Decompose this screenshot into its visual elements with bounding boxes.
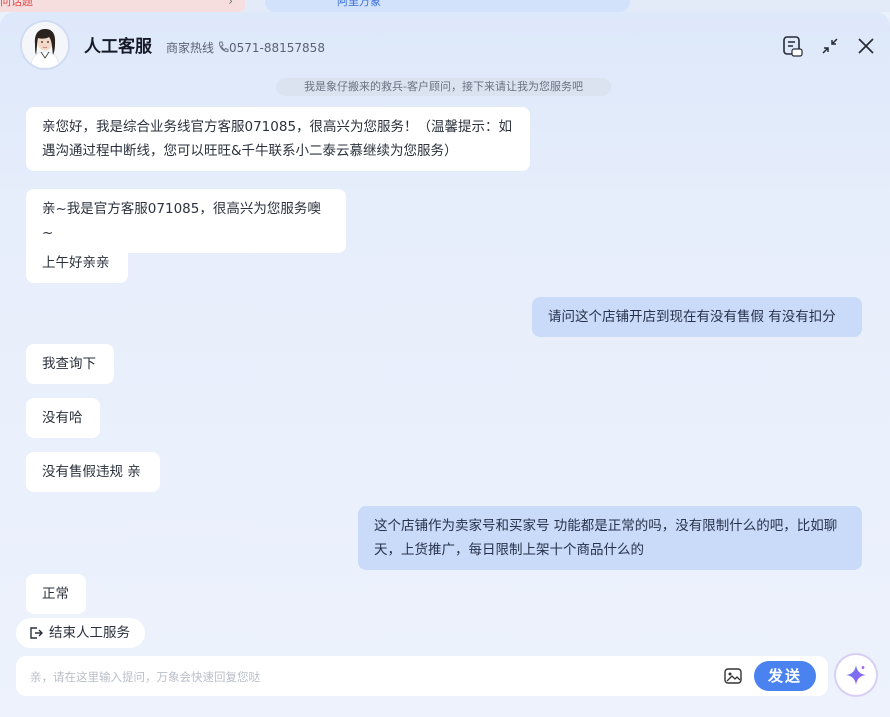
close-icon (858, 38, 874, 54)
chat-header: 人工客服 商家热线 0571-88157858 (0, 12, 890, 74)
message-input[interactable] (28, 666, 712, 688)
message-incoming: 正常 (26, 574, 86, 614)
hotline-label: 商家热线 (166, 41, 215, 55)
end-service-button[interactable]: 结束人工服务 (16, 618, 145, 648)
close-button[interactable] (854, 34, 878, 58)
chat-panel: 人工客服 商家热线 0571-88157858 我是象仔搬来的救兵-客户顾问，接… (0, 12, 890, 717)
background-tab-center: 阿里万象 (265, 0, 630, 12)
note-icon (783, 36, 803, 57)
phone-icon (217, 40, 229, 54)
background-tab-left: 问话题 › (0, 0, 245, 12)
sparkle-icon (846, 665, 866, 685)
avatar (22, 22, 68, 68)
end-service-label: 结束人工服务 (49, 625, 130, 641)
chat-title: 人工客服 (84, 37, 152, 57)
background-tab-center-label: 阿里万象 (337, 0, 381, 8)
minimize-button[interactable] (818, 34, 842, 58)
chevron-right-icon: › (228, 0, 233, 8)
message-incoming: 上午好亲亲 (26, 243, 128, 283)
message-incoming: 我查询下 (26, 344, 114, 384)
message-outgoing: 请问这个店铺开店到现在有没有售假 有没有扣分 (532, 297, 862, 337)
message-incoming: 没有售假违规 亲 (26, 452, 160, 492)
system-note: 我是象仔搬来的救兵-客户顾问，接下来请让我为您服务吧 (276, 78, 611, 96)
send-button[interactable]: 发送 (754, 661, 816, 691)
note-button[interactable] (780, 34, 804, 58)
exit-icon (30, 627, 43, 639)
message-input-container: 发送 (16, 656, 828, 696)
image-icon (724, 668, 742, 684)
minimize-icon (822, 38, 838, 54)
message-incoming: 没有哈 (26, 398, 100, 438)
agent-avatar-icon (22, 22, 68, 68)
hotline-number: 0571-88157858 (229, 41, 325, 55)
background-tab-left-label: 问话题 (0, 0, 33, 8)
ai-assistant-button[interactable] (836, 655, 876, 695)
message-outgoing: 这个店铺作为卖家号和买家号 功能都是正常的吗，没有限制什么的吧，比如聊天，上货推… (358, 506, 862, 570)
message-incoming: 亲您好，我是综合业务线官方客服071085，很高兴为您服务！（温馨提示：如遇沟通… (26, 107, 530, 171)
image-upload-button[interactable] (723, 666, 743, 686)
